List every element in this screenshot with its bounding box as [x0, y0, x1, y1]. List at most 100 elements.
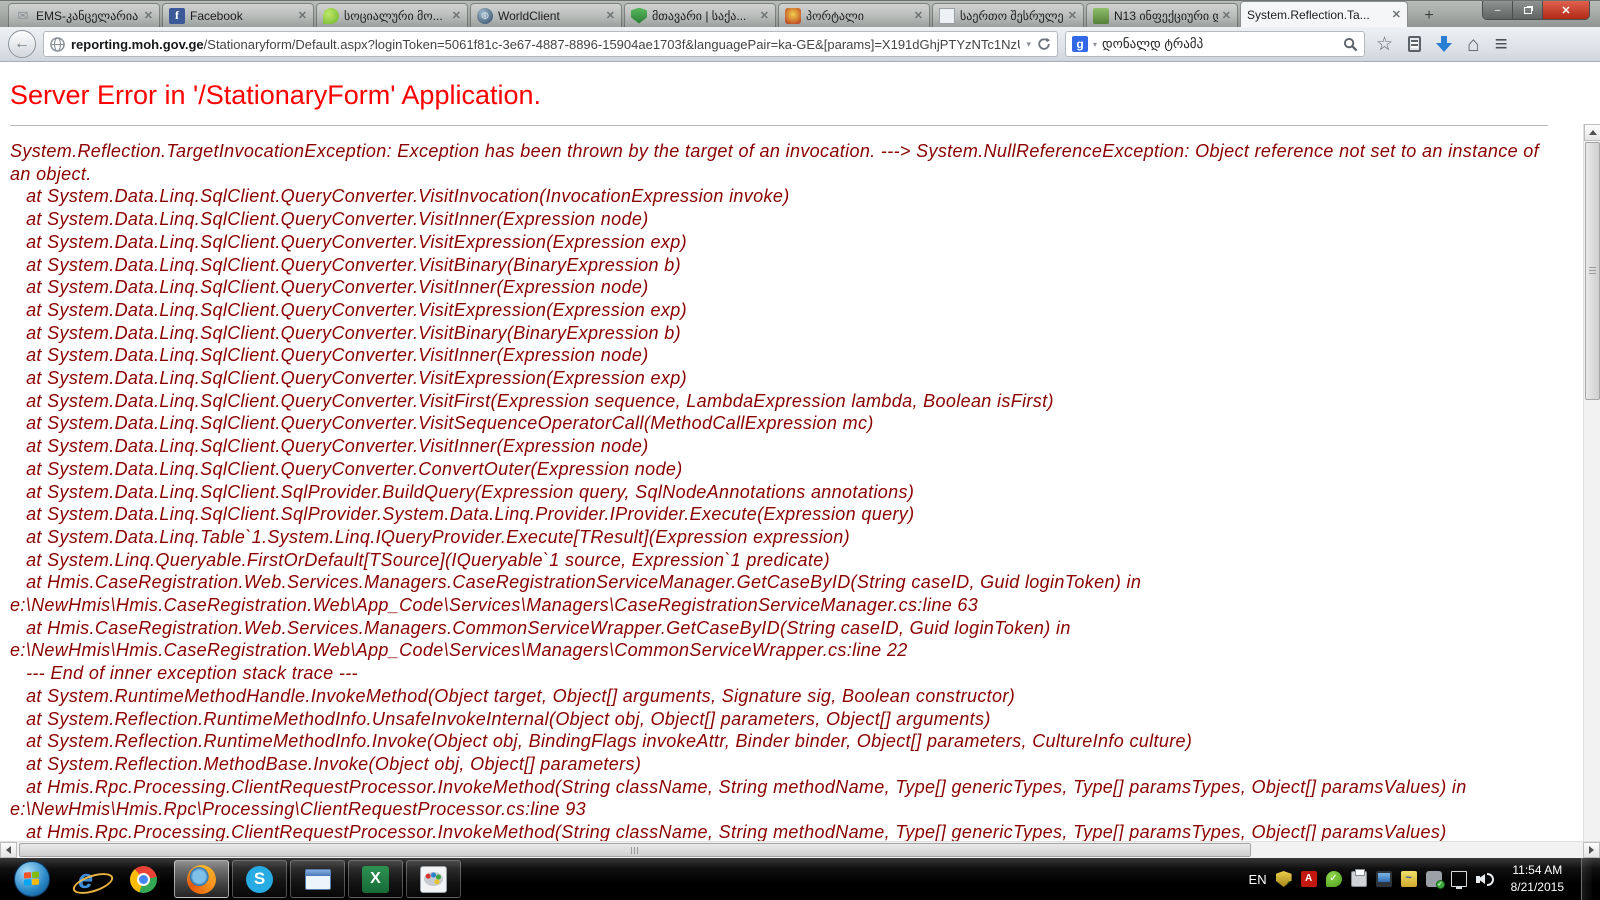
tab-close-icon[interactable]: ✕ [1064, 9, 1077, 22]
tab-worldclient[interactable]: ◍ WorldClient ✕ [470, 3, 622, 27]
clock-date: 8/21/2015 [1511, 879, 1564, 896]
taskbar: e S X EN A ✓ ~ ✓ 11:54 AM 8/21/2015 [0, 858, 1600, 900]
tab-close-icon[interactable]: ✕ [756, 9, 769, 22]
chrome-icon [130, 866, 157, 893]
firefox-icon [187, 865, 216, 894]
start-button[interactable] [14, 861, 50, 897]
adobe-reader-icon[interactable]: A [1301, 871, 1317, 887]
tab-portal[interactable]: პორტალი ✕ [778, 3, 930, 27]
tab-close-icon[interactable]: ✕ [140, 9, 153, 22]
taskbar-internet-explorer[interactable]: e [58, 860, 113, 898]
horizontal-scrollbar[interactable] [0, 841, 1600, 858]
window-controls: – ✕ [1482, 1, 1590, 20]
explorer-window-icon [305, 869, 331, 890]
taskbar-paint[interactable] [406, 860, 461, 898]
page-title: Server Error in '/StationaryForm' Applic… [10, 80, 1588, 111]
back-button[interactable]: ← [8, 30, 36, 58]
paint-icon [420, 866, 447, 893]
tab-title: WorldClient [498, 9, 602, 23]
tab-close-icon[interactable]: ✕ [1388, 8, 1401, 21]
downloads-icon[interactable] [1436, 36, 1452, 52]
tab-close-icon[interactable]: ✕ [602, 9, 615, 22]
site-globe-icon [50, 37, 65, 52]
divider [10, 125, 1548, 126]
printer-icon[interactable] [1351, 871, 1367, 887]
taskbar-skype[interactable]: S [232, 860, 287, 898]
url-path: /Stationaryform/Default.aspx?loginToken=… [204, 37, 1021, 52]
tab-close-icon[interactable]: ✕ [910, 9, 923, 22]
security-shield-icon[interactable] [1276, 871, 1292, 887]
toolbar-buttons: ☆ ⌂ ≡ [1372, 31, 1514, 57]
close-button[interactable]: ✕ [1543, 1, 1589, 19]
stack-trace: System.Reflection.TargetInvocationExcept… [10, 140, 1548, 841]
menu-icon[interactable]: ≡ [1495, 31, 1508, 57]
bookmarks-panel-icon[interactable] [1408, 36, 1421, 52]
bookmark-star-icon[interactable]: ☆ [1376, 35, 1393, 54]
taskbar-excel[interactable]: X [348, 860, 403, 898]
tab-strip: ✉ EMS-კანცელარია ✕ f Facebook ✕ სოციალურ… [0, 0, 1600, 27]
tab-ems[interactable]: ✉ EMS-კანცელარია ✕ [8, 3, 160, 27]
tab-list: ✉ EMS-კანცელარია ✕ f Facebook ✕ სოციალურ… [8, 1, 1442, 27]
taskbar-firefox-active[interactable] [174, 860, 229, 898]
tab-title: სოციალური მო... [344, 9, 448, 23]
url-dropdown-icon[interactable]: ▾ [1020, 39, 1037, 50]
browser-window: ✉ EMS-კანცელარია ✕ f Facebook ✕ სოციალურ… [0, 0, 1600, 858]
tab-n13[interactable]: N13 ინფექციური დ... ✕ [1086, 3, 1238, 27]
clock-time: 11:54 AM [1511, 862, 1564, 879]
error-page: Server Error in '/StationaryForm' Applic… [0, 62, 1600, 841]
scroll-right-button[interactable] [1583, 842, 1600, 858]
excel-icon: X [362, 866, 389, 893]
taskbar-chrome[interactable] [116, 860, 171, 898]
shield-icon [631, 8, 647, 24]
restore-icon [1524, 7, 1532, 14]
scroll-up-button[interactable] [1584, 124, 1600, 141]
tab-close-icon[interactable]: ✕ [1218, 9, 1231, 22]
taskbar-clock[interactable]: 11:54 AM 8/21/2015 [1503, 862, 1572, 897]
system-tray: EN A ✓ ~ ✓ 11:54 AM 8/21/2015 [1249, 858, 1596, 900]
tab-social[interactable]: სოციალური მო... ✕ [316, 3, 468, 27]
display-icon[interactable] [1376, 871, 1392, 887]
home-icon[interactable]: ⌂ [1467, 34, 1480, 55]
tab-facebook[interactable]: f Facebook ✕ [162, 3, 314, 27]
envelope-icon: ✉ [15, 8, 31, 24]
tab-title: N13 ინფექციური დ... [1114, 9, 1218, 23]
ethernet-icon[interactable] [1451, 871, 1467, 887]
tab-close-icon[interactable]: ✕ [448, 9, 461, 22]
search-bar[interactable]: g ▾ დონალდ ტრამპ [1065, 31, 1365, 57]
network-map-icon[interactable]: ~ [1401, 871, 1417, 887]
tab-title: EMS-კანცელარია [36, 9, 140, 23]
horizontal-scroll-thumb[interactable] [19, 843, 1251, 857]
reload-icon[interactable] [1037, 37, 1051, 51]
tab-title: Facebook [190, 9, 294, 23]
volume-icon[interactable] [1476, 873, 1494, 886]
navigation-toolbar: ← reporting.moh.gov.ge/Stationaryform/De… [0, 27, 1600, 62]
vertical-scroll-thumb[interactable] [1585, 142, 1600, 400]
url-text: reporting.moh.gov.ge/Stationaryform/Defa… [71, 37, 1020, 52]
antivirus-check-icon[interactable]: ✓ [1326, 871, 1342, 887]
minimize-button[interactable]: – [1483, 1, 1513, 19]
tab-title: საერთო შესრულებ... [960, 9, 1064, 23]
language-indicator[interactable]: EN [1249, 872, 1267, 887]
show-desktop-button[interactable] [1581, 858, 1592, 900]
search-engine-dropdown-icon[interactable]: ▾ [1093, 40, 1097, 49]
url-domain: reporting.moh.gov.ge [71, 37, 204, 52]
search-magnifier-icon[interactable] [1343, 37, 1358, 52]
taskbar-explorer-window[interactable] [290, 860, 345, 898]
internet-explorer-icon: e [78, 866, 93, 893]
vertical-scrollbar[interactable] [1583, 124, 1600, 841]
tab-saerto[interactable]: საერთო შესრულებ... ✕ [932, 3, 1084, 27]
scroll-left-button[interactable] [0, 842, 17, 858]
search-input[interactable]: დონალდ ტრამპ [1102, 36, 1338, 52]
tab-close-icon[interactable]: ✕ [294, 9, 307, 22]
tab-title: System.Reflection.Ta... [1247, 8, 1388, 22]
url-bar[interactable]: reporting.moh.gov.ge/Stationaryform/Defa… [43, 31, 1058, 57]
restore-button[interactable] [1513, 1, 1543, 19]
document-icon [1093, 8, 1109, 24]
new-tab-button[interactable]: + [1416, 5, 1442, 27]
globe-icon: ◍ [477, 8, 493, 24]
tab-error-page-active[interactable]: System.Reflection.Ta... ✕ [1240, 1, 1408, 27]
facebook-icon: f [169, 8, 185, 24]
leaf-icon [323, 8, 339, 24]
tab-mtavari[interactable]: მთავარი | საქა... ✕ [624, 3, 776, 27]
usb-icon[interactable]: ✓ [1426, 871, 1442, 887]
